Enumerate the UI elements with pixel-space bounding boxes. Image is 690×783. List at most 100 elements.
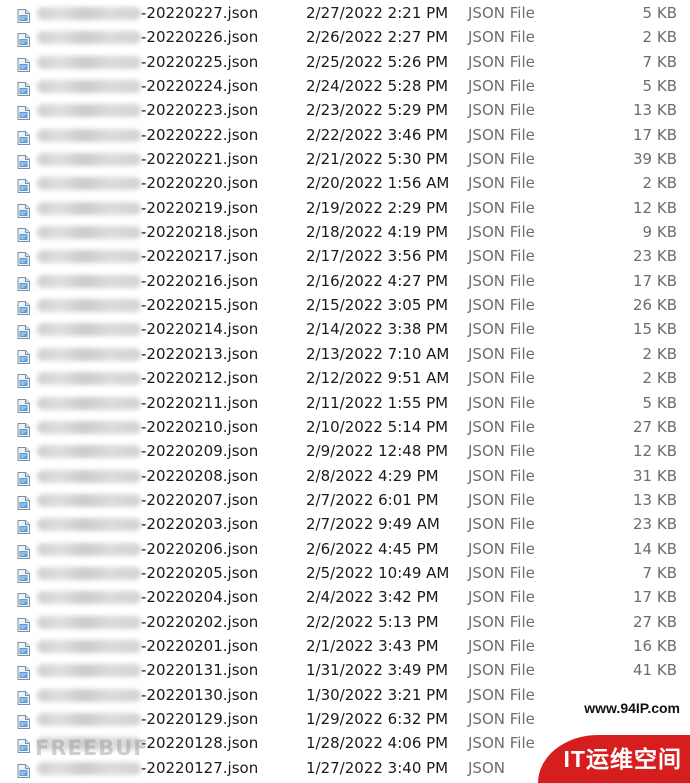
json-file-icon (17, 420, 30, 437)
redacted-name-prefix (37, 493, 141, 507)
file-name: -20220130.json (141, 685, 259, 704)
json-file-icon (17, 542, 30, 559)
file-type: JSON File (468, 4, 535, 22)
file-row[interactable]: -20220219.json 2/19/2022 2:29 PM JSON Fi… (0, 196, 690, 220)
file-row[interactable]: -20220201.json 2/1/2022 3:43 PM JSON Fil… (0, 634, 690, 658)
redacted-name-prefix (37, 542, 141, 556)
file-size: 17 KB (633, 588, 677, 607)
file-type: JSON File (468, 588, 535, 607)
file-date-modified: 2/6/2022 4:45 PM (306, 539, 439, 558)
file-date-modified: 1/28/2022 4:06 PM (306, 734, 449, 753)
file-name: -20220209.json (141, 442, 259, 461)
json-file-icon (17, 639, 30, 656)
file-row[interactable]: -20220206.json 2/6/2022 4:45 PM JSON Fil… (0, 537, 690, 561)
file-row[interactable]: -20220210.json 2/10/2022 5:14 PM JSON Fi… (0, 415, 690, 439)
json-file-icon (17, 688, 30, 705)
redacted-name-prefix (37, 7, 141, 20)
redacted-name-prefix (37, 420, 141, 434)
file-row[interactable]: -20220213.json 2/13/2022 7:10 AM JSON Fi… (0, 342, 690, 366)
file-row[interactable]: -20220204.json 2/4/2022 3:42 PM JSON Fil… (0, 585, 690, 609)
file-row[interactable]: -20220208.json 2/8/2022 4:29 PM JSON Fil… (0, 464, 690, 488)
file-size: 2 KB (642, 174, 677, 193)
file-row[interactable]: -20220220.json 2/20/2022 1:56 AM JSON Fi… (0, 171, 690, 195)
file-name: -20220129.json (141, 709, 259, 728)
file-name: -20220221.json (141, 150, 259, 169)
file-type: JSON File (468, 28, 535, 47)
file-name: -20220217.json (141, 247, 259, 266)
file-size: 27 KB (633, 612, 677, 631)
file-date-modified: 2/10/2022 5:14 PM (306, 417, 449, 436)
file-name: -20220201.json (141, 636, 259, 655)
file-row[interactable]: -20220214.json 2/14/2022 3:38 PM JSON Fi… (0, 317, 690, 341)
file-row[interactable]: -20220218.json 2/18/2022 4:19 PM JSON Fi… (0, 220, 690, 244)
redacted-name-prefix (37, 80, 141, 94)
file-row[interactable]: -20220202.json 2/2/2022 5:13 PM JSON Fil… (0, 610, 690, 634)
file-date-modified: 2/20/2022 1:56 AM (306, 174, 450, 193)
file-name: -20220208.json (141, 466, 259, 485)
file-type: JSON File (468, 174, 535, 193)
file-date-modified: 2/19/2022 2:29 PM (306, 198, 449, 217)
file-type: JSON File (468, 709, 535, 728)
file-size: 27 KB (633, 417, 677, 436)
file-row[interactable]: -20220211.json 2/11/2022 1:55 PM JSON Fi… (0, 391, 690, 415)
file-date-modified: 1/27/2022 3:40 PM (306, 758, 449, 777)
file-name: -20220211.json (141, 393, 259, 412)
file-row[interactable]: -20220217.json 2/17/2022 3:56 PM JSON Fi… (0, 244, 690, 268)
file-row[interactable]: -20220224.json 2/24/2022 5:28 PM JSON Fi… (0, 74, 690, 98)
file-row[interactable]: -20220212.json 2/12/2022 9:51 AM JSON Fi… (0, 366, 690, 390)
redacted-name-prefix (37, 31, 141, 45)
json-file-icon (17, 128, 30, 145)
file-date-modified: 2/7/2022 9:49 AM (306, 515, 440, 534)
file-row[interactable]: -20220215.json 2/15/2022 3:05 PM JSON Fi… (0, 293, 690, 317)
file-row[interactable]: -20220203.json 2/7/2022 9:49 AM JSON Fil… (0, 512, 690, 536)
file-type: JSON File (468, 77, 535, 96)
file-size: 13 KB (633, 490, 677, 509)
file-row[interactable]: -20220225.json 2/25/2022 5:26 PM JSON Fi… (0, 50, 690, 74)
json-file-icon (17, 30, 30, 48)
file-row[interactable]: -20220216.json 2/16/2022 4:27 PM JSON Fi… (0, 269, 690, 293)
json-file-icon (17, 249, 30, 267)
file-row[interactable]: -20220131.json 1/31/2022 3:49 PM JSON Fi… (0, 658, 690, 682)
file-date-modified: 2/16/2022 4:27 PM (306, 271, 449, 290)
redacted-name-prefix (37, 201, 141, 215)
file-size: 14 KB (633, 539, 677, 558)
redacted-name-prefix (37, 347, 141, 361)
file-date-modified: 2/14/2022 3:38 PM (306, 320, 449, 339)
file-type: JSON File (468, 344, 535, 363)
file-row[interactable]: -20220205.json 2/5/2022 10:49 AM JSON Fi… (0, 561, 690, 585)
file-name: -20220128.json (141, 734, 259, 753)
file-date-modified: 1/30/2022 3:21 PM (306, 685, 449, 704)
json-file-icon (17, 103, 30, 121)
file-name: -20220220.json (141, 174, 259, 193)
redacted-name-prefix (37, 226, 141, 240)
file-name: -20220205.json (141, 563, 259, 582)
file-type: JSON File (468, 636, 535, 655)
file-name: -20220204.json (141, 588, 259, 607)
redacted-name-prefix (37, 518, 141, 532)
file-row[interactable]: -20220222.json 2/22/2022 3:46 PM JSON Fi… (0, 123, 690, 147)
file-row[interactable]: -20220221.json 2/21/2022 5:30 PM JSON Fi… (0, 147, 690, 171)
json-file-icon (17, 371, 30, 389)
file-row[interactable]: -20220223.json 2/23/2022 5:29 PM JSON Fi… (0, 98, 690, 122)
file-size: 39 KB (633, 150, 677, 169)
json-file-icon (17, 444, 30, 462)
file-size: 7 KB (642, 52, 677, 71)
file-name: -20220222.json (141, 125, 259, 144)
redacted-name-prefix (37, 250, 141, 264)
file-row[interactable]: -20220227.json 2/27/2022 2:21 PM JSON Fi… (0, 1, 690, 25)
json-file-icon (17, 590, 30, 608)
file-name: -20220131.json (141, 661, 259, 680)
json-file-icon (17, 201, 30, 218)
redacted-name-prefix (37, 274, 141, 288)
file-row[interactable]: -20220209.json 2/9/2022 12:48 PM JSON Fi… (0, 439, 690, 463)
file-date-modified: 2/13/2022 7:10 AM (306, 344, 450, 363)
file-type: JSON File (468, 320, 535, 339)
file-size: 41 KB (633, 661, 677, 680)
file-size: 12 KB (633, 442, 677, 461)
redacted-name-prefix (37, 761, 141, 775)
file-row[interactable]: -20220226.json 2/26/2022 2:27 PM JSON Fi… (0, 25, 690, 49)
file-row[interactable]: -20220207.json 2/7/2022 6:01 PM JSON Fil… (0, 488, 690, 512)
redacted-name-prefix (37, 104, 141, 118)
file-date-modified: 2/24/2022 5:28 PM (306, 77, 449, 96)
file-date-modified: 2/22/2022 3:46 PM (306, 125, 449, 144)
